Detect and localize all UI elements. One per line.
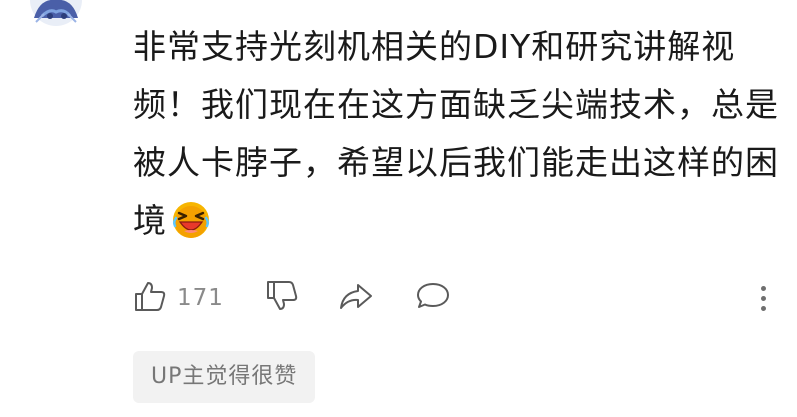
more-button[interactable]	[753, 276, 773, 320]
share-icon	[338, 279, 374, 317]
thumbs-down-icon	[265, 279, 299, 317]
comment-line: 境	[133, 201, 167, 240]
comment-line: 非常支持光刻机相关的DIY和研究讲解视	[133, 27, 736, 66]
comment-text: 非常支持光刻机相关的DIY和研究讲解视 频！我们现在在这方面缺乏尖端技术，总是 …	[133, 18, 783, 250]
like-button[interactable]: 171	[133, 276, 224, 320]
comment-card: 非常支持光刻机相关的DIY和研究讲解视 频！我们现在在这方面缺乏尖端技术，总是 …	[0, 0, 797, 417]
comment-icon	[415, 279, 451, 317]
comment-line: 频！我们现在在这方面缺乏尖端技术，总是	[133, 85, 779, 124]
more-icon	[760, 305, 766, 311]
comment-line: 被人卡脖子，希望以后我们能走出这样的困	[133, 143, 779, 182]
like-count: 171	[177, 285, 224, 311]
laughing-crying-emoji-icon	[171, 200, 211, 258]
more-icon	[760, 295, 766, 301]
more-icon	[760, 285, 766, 291]
dislike-button[interactable]	[265, 276, 299, 320]
comment-line-last: 境	[133, 192, 783, 250]
share-button[interactable]	[338, 276, 374, 320]
avatar-icon	[30, 0, 82, 26]
up-liked-badge: UP主觉得很赞	[133, 351, 316, 403]
avatar[interactable]	[20, 0, 90, 28]
reply-button[interactable]	[415, 276, 451, 320]
comment-actions: 171	[133, 276, 773, 320]
thumbs-up-icon	[133, 279, 167, 317]
